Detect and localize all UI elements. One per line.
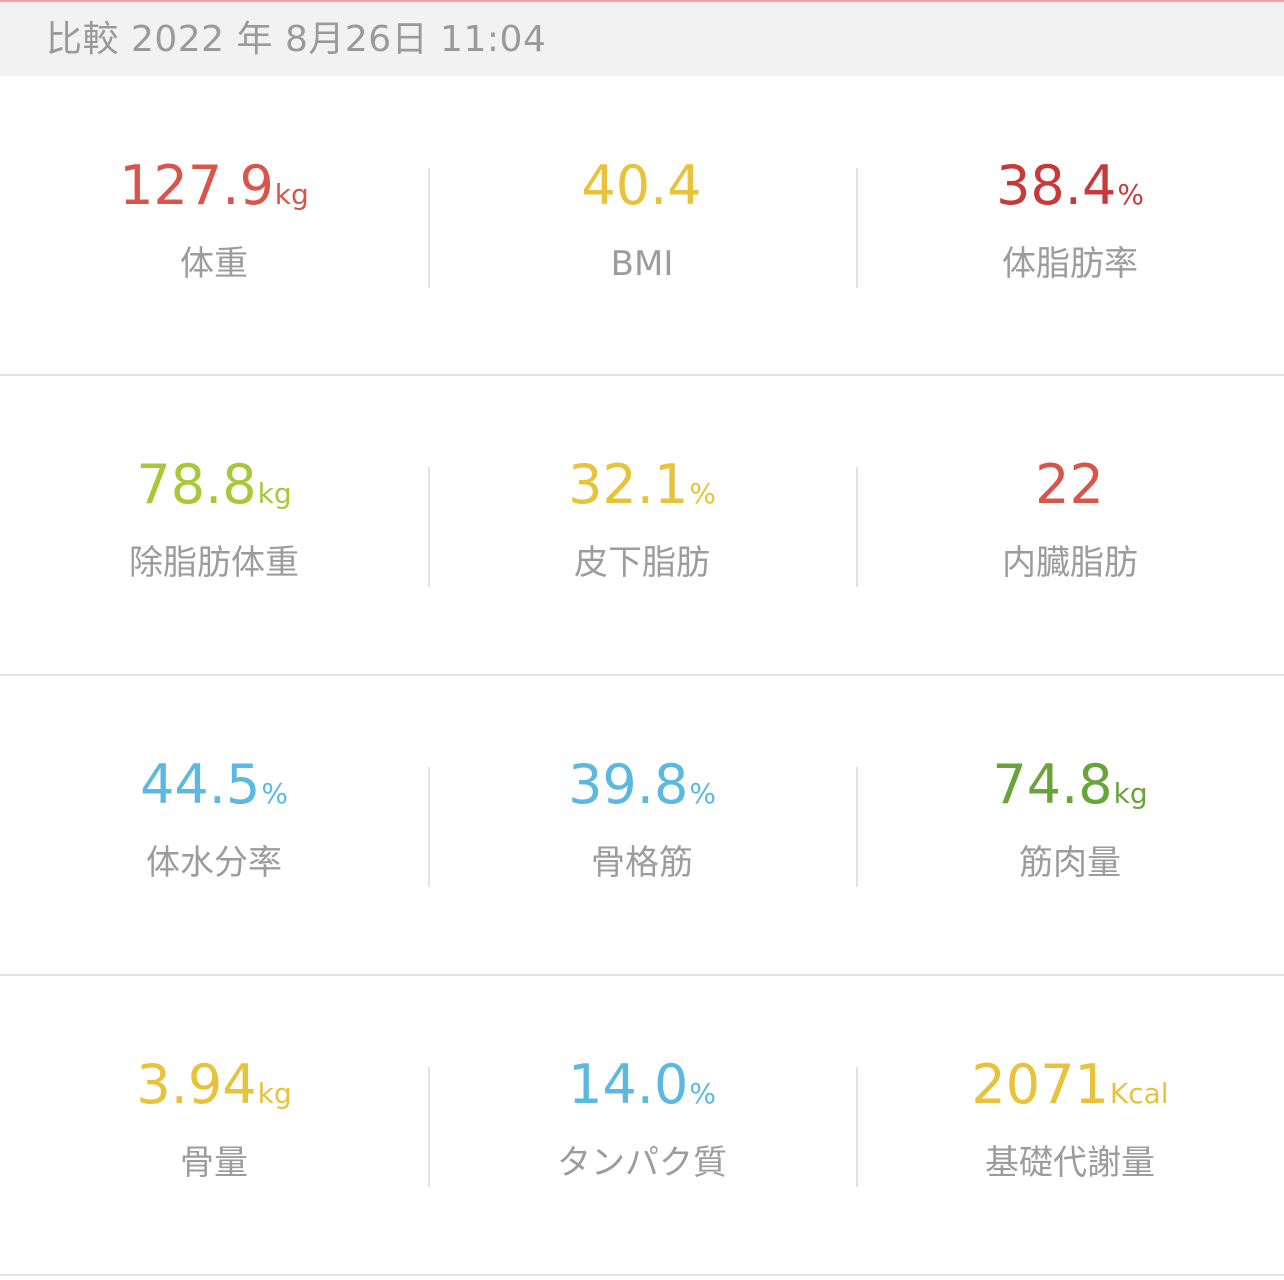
column-divider <box>428 467 430 587</box>
column-divider <box>856 1067 858 1187</box>
metric-value-line: 2071Kcal <box>856 1053 1284 1117</box>
metrics-row: 78.8kg 除脂肪体重 32.1% 皮下脂肪 22 内臓脂肪 <box>0 377 1284 675</box>
metric-body-water-rate[interactable]: 44.5% 体水分率 <box>0 677 428 975</box>
column-divider <box>856 467 858 587</box>
metric-value-line: 44.5% <box>0 753 428 817</box>
metric-label: 内臓脂肪 <box>1002 543 1138 583</box>
metric-value: 127.9 <box>119 154 274 217</box>
metric-unit: % <box>1117 178 1144 211</box>
metric-label: 骨格筋 <box>591 843 693 883</box>
metric-subcutaneous-fat[interactable]: 32.1% 皮下脂肪 <box>428 377 856 675</box>
metric-body-fat-rate[interactable]: 38.4% 体脂肪率 <box>856 78 1284 376</box>
metric-unit: % <box>689 777 716 810</box>
metric-value-line: 40.4 <box>428 154 856 218</box>
column-divider <box>428 1067 430 1187</box>
metric-value: 78.8 <box>136 453 257 516</box>
column-divider <box>856 767 858 887</box>
metric-value-line: 78.8kg <box>0 453 428 517</box>
metric-value-line: 74.8kg <box>856 753 1284 817</box>
metric-unit: kg <box>257 1077 292 1110</box>
metric-unit: % <box>261 777 288 810</box>
metric-bone-mass[interactable]: 3.94kg 骨量 <box>0 977 428 1275</box>
metric-value: 32.1 <box>568 453 689 516</box>
metric-bmi[interactable]: 40.4 BMI <box>428 78 856 376</box>
metric-label: 体重 <box>180 244 248 284</box>
column-divider <box>856 168 858 288</box>
metrics-row: 3.94kg 骨量 14.0% タンパク質 2071Kcal 基礎代謝量 <box>0 977 1284 1275</box>
metric-label: 体脂肪率 <box>1002 244 1138 284</box>
metric-value: 14.0 <box>568 1053 689 1116</box>
metric-basal-metabolism[interactable]: 2071Kcal 基礎代謝量 <box>856 977 1284 1275</box>
metric-value: 3.94 <box>136 1053 257 1116</box>
metric-label: 骨量 <box>180 1143 248 1183</box>
metric-value: 74.8 <box>992 753 1113 816</box>
column-divider <box>428 767 430 887</box>
metric-unit: % <box>689 1077 716 1110</box>
metric-label: BMI <box>610 244 674 284</box>
metric-lean-body-mass[interactable]: 78.8kg 除脂肪体重 <box>0 377 428 675</box>
row-divider <box>0 674 1284 676</box>
row-divider <box>0 974 1284 976</box>
metric-label: 筋肉量 <box>1019 843 1121 883</box>
metric-unit: kg <box>274 178 309 211</box>
comparison-header: 比較 2022 年 8月26日 11:04 <box>0 2 1284 76</box>
comparison-date-title: 比較 2022 年 8月26日 11:04 <box>46 19 547 60</box>
metric-label: 皮下脂肪 <box>574 543 710 583</box>
metric-value-line: 14.0% <box>428 1053 856 1117</box>
metric-value: 38.4 <box>996 154 1117 217</box>
metric-weight[interactable]: 127.9kg 体重 <box>0 78 428 376</box>
metrics-row: 44.5% 体水分率 39.8% 骨格筋 74.8kg 筋肉量 <box>0 677 1284 975</box>
metric-value-line: 39.8% <box>428 753 856 817</box>
metric-value-line: 22 <box>856 453 1284 517</box>
metric-value-line: 3.94kg <box>0 1053 428 1117</box>
metric-unit: Kcal <box>1109 1077 1169 1110</box>
metric-skeletal-muscle[interactable]: 39.8% 骨格筋 <box>428 677 856 975</box>
row-divider <box>0 1274 1284 1276</box>
metric-protein[interactable]: 14.0% タンパク質 <box>428 977 856 1275</box>
metric-unit: % <box>689 477 716 510</box>
metric-label: タンパク質 <box>557 1143 727 1183</box>
row-divider <box>0 374 1284 376</box>
metric-value-line: 127.9kg <box>0 154 428 218</box>
metric-value: 39.8 <box>568 753 689 816</box>
metric-value-line: 32.1% <box>428 453 856 517</box>
metric-value-line: 38.4% <box>856 154 1284 218</box>
metric-value: 40.4 <box>581 154 702 217</box>
metrics-row: 127.9kg 体重 40.4 BMI 38.4% 体脂肪率 <box>0 78 1284 376</box>
metric-value: 22 <box>1035 453 1104 516</box>
metric-value: 2071 <box>971 1053 1109 1116</box>
metric-visceral-fat[interactable]: 22 内臓脂肪 <box>856 377 1284 675</box>
metric-label: 基礎代謝量 <box>985 1143 1155 1183</box>
metric-label: 除脂肪体重 <box>129 543 299 583</box>
metric-label: 体水分率 <box>146 843 282 883</box>
metric-unit: kg <box>257 477 292 510</box>
column-divider <box>428 168 430 288</box>
metric-unit: kg <box>1113 777 1148 810</box>
metric-value: 44.5 <box>140 753 261 816</box>
metric-muscle-mass[interactable]: 74.8kg 筋肉量 <box>856 677 1284 975</box>
